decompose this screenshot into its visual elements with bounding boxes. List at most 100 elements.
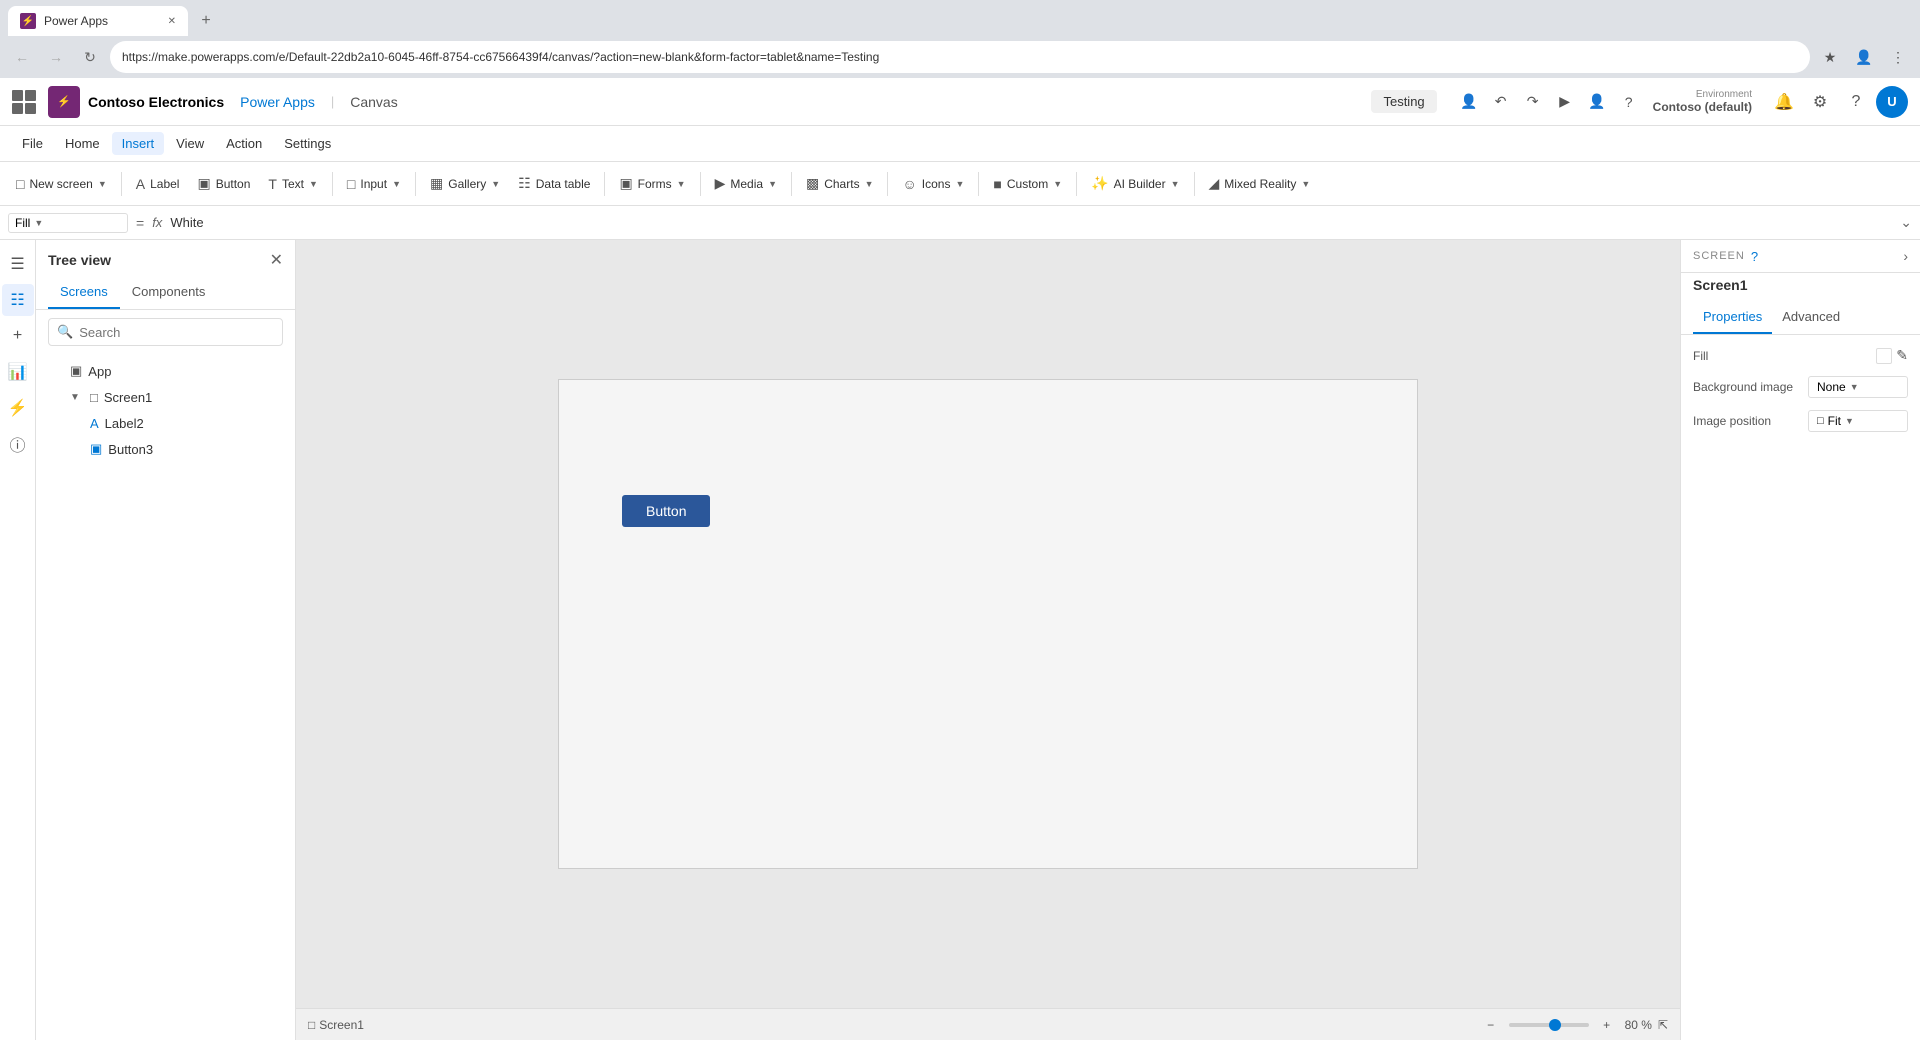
canvas-frame[interactable]: Button xyxy=(558,379,1418,869)
hamburger-icon[interactable]: ☰ xyxy=(2,248,34,280)
image-position-row: Image position □ Fit ▼ xyxy=(1693,410,1908,432)
text-dropdown-icon[interactable]: ▼ xyxy=(309,179,318,189)
tab-properties[interactable]: Properties xyxy=(1693,301,1772,334)
tab-components[interactable]: Components xyxy=(120,276,218,309)
right-panel-expand-icon[interactable]: › xyxy=(1903,248,1908,264)
tree-item-label2[interactable]: A Label2 xyxy=(36,411,295,436)
charts-button[interactable]: ▩ Charts ▼ xyxy=(798,171,882,196)
canvas-scroll[interactable]: Button xyxy=(296,240,1680,1008)
menu-file[interactable]: File xyxy=(12,132,53,155)
tree-item-screen1[interactable]: ▼ □ Screen1 ⋯ xyxy=(36,384,295,411)
logo-icon: ⚡ xyxy=(48,86,80,118)
formula-input[interactable] xyxy=(170,215,1896,230)
sidebar-close-button[interactable]: ✕ xyxy=(270,250,283,270)
fullscreen-icon[interactable]: ⇱ xyxy=(1658,1018,1668,1032)
image-position-dropdown[interactable]: □ Fit ▼ xyxy=(1808,410,1908,432)
tree-view-icon[interactable]: ☷ xyxy=(2,284,34,316)
forms-button[interactable]: ▣ Forms ▼ xyxy=(611,171,693,196)
settings-icon[interactable]: ⚙ xyxy=(1804,86,1836,118)
user-avatar[interactable]: U xyxy=(1876,86,1908,118)
tree-item-app[interactable]: ▣ App xyxy=(36,358,295,384)
variables-icon[interactable]: ⓘ xyxy=(2,428,34,460)
ai-builder-button[interactable]: ✨ AI Builder ▼ xyxy=(1083,171,1187,196)
text-button[interactable]: T Text ▼ xyxy=(260,172,326,196)
fill-color-edit-icon[interactable]: ✎ xyxy=(1896,347,1908,364)
power-automate-icon[interactable]: ⚡ xyxy=(2,392,34,424)
product-name: Power Apps xyxy=(232,94,315,110)
new-tab-button[interactable]: + xyxy=(192,7,220,35)
label-button[interactable]: A Label xyxy=(128,172,188,196)
formula-expand-icon[interactable]: ⌄ xyxy=(1900,214,1912,231)
nav-back-button[interactable]: ← xyxy=(8,43,36,71)
address-bar[interactable]: https://make.powerapps.com/e/Default-22d… xyxy=(110,41,1810,73)
menu-action[interactable]: Action xyxy=(216,132,272,155)
canvas-button[interactable]: Button xyxy=(622,495,710,527)
forms-dropdown-icon[interactable]: ▼ xyxy=(677,179,686,189)
media-button[interactable]: ▶ Media ▼ xyxy=(707,171,785,196)
media-icon: ▶ xyxy=(715,175,726,192)
property-dropdown[interactable]: Fill ▼ xyxy=(8,213,128,233)
redo-button[interactable]: ↷ xyxy=(1517,86,1549,118)
icons-dropdown-icon[interactable]: ▼ xyxy=(955,179,964,189)
background-image-dropdown[interactable]: None ▼ xyxy=(1808,376,1908,398)
screen1-expand-icon[interactable]: ▼ xyxy=(70,392,84,403)
browser-extensions-button[interactable]: ★ xyxy=(1816,43,1844,71)
avatar-initials: U xyxy=(1887,94,1896,109)
insert-icon[interactable]: + xyxy=(2,320,34,352)
mixed-reality-dropdown-icon[interactable]: ▼ xyxy=(1301,179,1310,189)
persona-icon[interactable]: 👤 xyxy=(1453,86,1485,118)
zoom-out-button[interactable]: − xyxy=(1479,1013,1503,1037)
right-panel-help-icon[interactable]: ? xyxy=(1751,249,1758,264)
mixed-reality-icon: ◢ xyxy=(1209,175,1220,192)
tab-advanced[interactable]: Advanced xyxy=(1772,301,1850,334)
ai-builder-dropdown-icon[interactable]: ▼ xyxy=(1171,179,1180,189)
undo-button[interactable]: ↶ xyxy=(1485,86,1517,118)
menu-bar: File Home Insert View Action Settings xyxy=(0,126,1920,162)
mixed-reality-button[interactable]: ◢ Mixed Reality ▼ xyxy=(1201,171,1319,196)
custom-button[interactable]: ■ Custom ▼ xyxy=(985,172,1070,196)
menu-home[interactable]: Home xyxy=(55,132,110,155)
tab-close-button[interactable]: ✕ xyxy=(168,16,176,27)
input-button[interactable]: □ Input ▼ xyxy=(339,172,409,196)
waffle-menu-icon[interactable] xyxy=(12,90,36,114)
zoom-in-button[interactable]: + xyxy=(1595,1013,1619,1037)
new-screen-icon: □ xyxy=(16,176,24,192)
screen-label: SCREEN xyxy=(1693,250,1745,262)
browser-profile-button[interactable]: 👤 xyxy=(1850,43,1878,71)
gallery-dropdown-icon[interactable]: ▼ xyxy=(491,179,500,189)
menu-insert[interactable]: Insert xyxy=(112,132,165,155)
nav-forward-button[interactable]: → xyxy=(42,43,70,71)
data-icon[interactable]: 📊 xyxy=(2,356,34,388)
sidebar-search: 🔍 xyxy=(36,310,295,354)
custom-dropdown-icon[interactable]: ▼ xyxy=(1053,179,1062,189)
search-box[interactable]: 🔍 xyxy=(48,318,283,346)
data-table-button[interactable]: ☷ Data table xyxy=(510,171,598,196)
gallery-button[interactable]: ▦ Gallery ▼ xyxy=(422,171,508,196)
right-panel-tabs: Properties Advanced xyxy=(1681,301,1920,335)
zoom-percent: 80 % xyxy=(1625,1018,1652,1032)
search-input[interactable] xyxy=(79,325,274,340)
tree-item-button3[interactable]: ▣ Button3 xyxy=(36,436,295,462)
menu-settings[interactable]: Settings xyxy=(274,132,341,155)
canvas-bottom-bar: □ Screen1 − + 80 % ⇱ xyxy=(296,1008,1680,1040)
help-icon[interactable]: ? xyxy=(1840,86,1872,118)
fill-color-swatch[interactable] xyxy=(1876,348,1892,364)
browser-tab[interactable]: ⚡ Power Apps ✕ xyxy=(8,6,188,36)
button-button[interactable]: ▣ Button xyxy=(189,171,258,196)
tab-screens[interactable]: Screens xyxy=(48,276,120,309)
canvas-screen-label: □ Screen1 xyxy=(308,1018,364,1032)
charts-dropdown-icon[interactable]: ▼ xyxy=(865,179,874,189)
share-button[interactable]: 👤 xyxy=(1581,86,1613,118)
help-button[interactable]: ? xyxy=(1613,86,1645,118)
notification-icon[interactable]: 🔔 xyxy=(1768,86,1800,118)
icons-button[interactable]: ☺ Icons ▼ xyxy=(894,172,972,196)
media-dropdown-icon[interactable]: ▼ xyxy=(768,179,777,189)
zoom-slider[interactable] xyxy=(1509,1023,1589,1027)
new-screen-dropdown-icon[interactable]: ▼ xyxy=(98,179,107,189)
input-dropdown-icon[interactable]: ▼ xyxy=(392,179,401,189)
nav-refresh-button[interactable]: ↻ xyxy=(76,43,104,71)
new-screen-button[interactable]: □ New screen ▼ xyxy=(8,172,115,196)
browser-menu-button[interactable]: ⋮ xyxy=(1884,43,1912,71)
play-button[interactable]: ▶ xyxy=(1549,86,1581,118)
menu-view[interactable]: View xyxy=(166,132,214,155)
